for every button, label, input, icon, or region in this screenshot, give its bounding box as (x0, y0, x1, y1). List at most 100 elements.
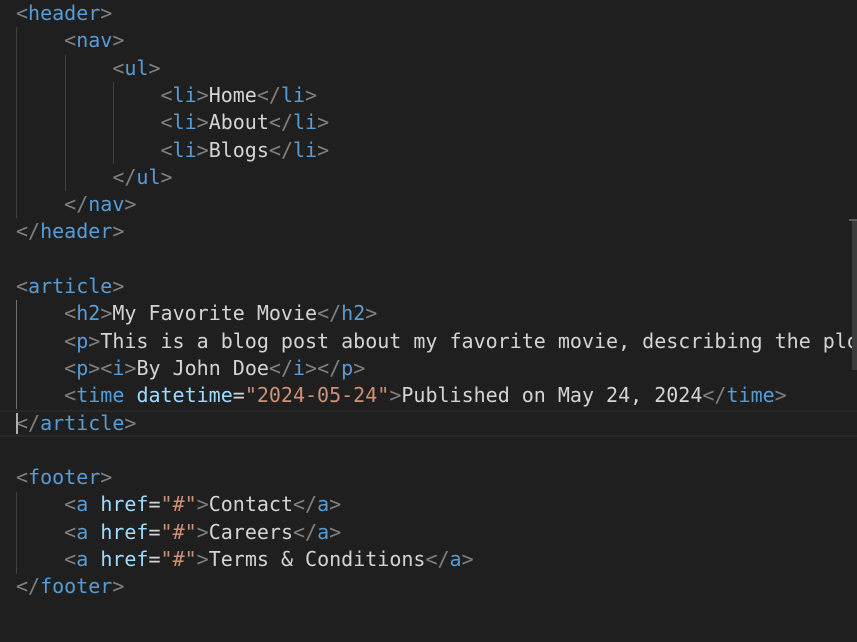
token-tag-name: footer (28, 465, 101, 490)
token-attribute-name: href (100, 492, 149, 517)
token-punctuation: > (353, 355, 366, 380)
token-text-content (124, 383, 136, 407)
token-text-content: This is a blog post about my favorite mo… (100, 328, 857, 353)
code-line: </footer> (16, 573, 124, 600)
token-punctuation: </ (256, 82, 281, 107)
token-tag-name: p (341, 355, 354, 380)
token-attribute-name: href (100, 547, 149, 571)
token-punctuation: > (100, 1, 113, 25)
token-tag-name: li (172, 82, 197, 107)
token-tag-name: a (449, 547, 462, 571)
token-punctuation: > (365, 301, 378, 326)
token-punctuation: ></ (305, 355, 342, 380)
token-tag-name: p (76, 355, 89, 380)
token-punctuation: > (196, 110, 209, 135)
token-punctuation: </ (425, 547, 450, 571)
token-text-content: = (232, 383, 245, 408)
token-punctuation: > (774, 383, 787, 408)
token-punctuation: < (64, 383, 77, 408)
token-text-content: = (148, 519, 161, 544)
code-line: </nav> (16, 191, 136, 218)
token-text-content: Home (208, 82, 257, 107)
token-punctuation: </ (293, 492, 318, 517)
code-line: <article> (16, 273, 124, 300)
token-punctuation: </ (702, 383, 727, 408)
token-punctuation: >< (88, 355, 113, 380)
token-punctuation: > (124, 192, 137, 217)
token-punctuation: > (112, 274, 125, 298)
token-text-content: = (148, 547, 161, 571)
scrollbar-thumb[interactable] (852, 220, 857, 370)
code-line: <li>Blogs</li> (16, 137, 330, 164)
token-punctuation: > (148, 55, 161, 80)
token-punctuation: > (317, 137, 330, 162)
token-punctuation: < (112, 55, 125, 80)
token-punctuation: </ (317, 301, 342, 326)
code-line: <nav> (16, 27, 124, 54)
token-punctuation: > (196, 137, 209, 162)
token-tag-name: p (76, 328, 89, 353)
token-tag-name: footer (40, 574, 113, 599)
token-tag-name: li (293, 110, 318, 135)
token-attribute-name: href (100, 519, 149, 544)
token-tag-name: li (172, 137, 197, 162)
token-punctuation: > (196, 492, 209, 517)
token-punctuation: > (88, 328, 101, 353)
token-punctuation: > (196, 547, 209, 571)
token-punctuation: </ (64, 192, 89, 217)
token-punctuation: </ (16, 574, 41, 599)
code-line: <a href="#">Contact</a> (16, 491, 341, 518)
code-line: <li>Home</li> (16, 82, 318, 109)
code-line: <a href="#">Terms & Conditions</a> (16, 546, 474, 573)
overview-ruler-marker (849, 219, 857, 221)
token-punctuation: < (64, 492, 77, 517)
token-tag-name: time (726, 383, 775, 408)
code-line: <ul> (16, 55, 161, 82)
token-punctuation: > (196, 519, 209, 544)
token-punctuation: > (112, 219, 125, 244)
code-line: </article> (16, 410, 136, 437)
code-line: </ul> (16, 164, 173, 191)
token-tag-name: nav (76, 28, 113, 53)
token-punctuation: > (329, 519, 342, 544)
token-tag-name: h2 (76, 301, 101, 326)
code-editor[interactable]: <header> <nav> <ul> <li>Home</li> <li>Ab… (0, 0, 857, 642)
token-punctuation: </ (268, 137, 293, 162)
token-punctuation: > (160, 164, 173, 189)
token-tag-name: i (112, 355, 125, 380)
token-punctuation: > (461, 547, 474, 571)
token-text-content: Careers (208, 519, 293, 544)
token-punctuation: < (64, 355, 77, 380)
token-tag-name: li (172, 110, 197, 135)
token-text-content (88, 547, 100, 571)
code-line: <a href="#">Careers</a> (16, 519, 341, 546)
token-tag-name: header (40, 219, 113, 244)
token-punctuation: > (124, 410, 137, 435)
token-punctuation: </ (16, 410, 41, 435)
token-text-content: Terms & Conditions (208, 547, 426, 571)
token-text-content: Published on May 24, 2024 (401, 383, 703, 408)
token-text-content: My Favorite Movie (112, 301, 318, 326)
token-punctuation: > (196, 82, 209, 107)
token-punctuation: < (64, 547, 77, 571)
token-tag-name: a (76, 547, 89, 571)
token-text-content: About (208, 110, 269, 135)
token-punctuation: > (112, 28, 125, 53)
token-punctuation: < (16, 1, 29, 25)
token-tag-name: article (28, 274, 113, 298)
token-tag-name: a (76, 519, 89, 544)
token-tag-name: a (317, 519, 330, 544)
token-punctuation: </ (16, 219, 41, 244)
vertical-scrollbar[interactable] (852, 0, 857, 642)
token-attribute-value: "#" (160, 547, 197, 571)
token-punctuation: < (160, 137, 173, 162)
